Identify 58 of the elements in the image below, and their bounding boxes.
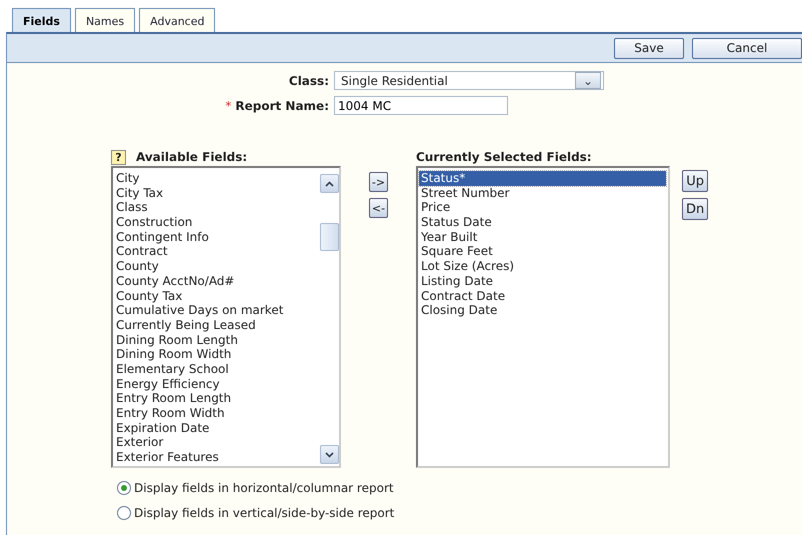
list-item[interactable]: Entry Room Width (114, 406, 319, 421)
radio-button[interactable] (117, 481, 131, 495)
scroll-up-button[interactable] (320, 174, 339, 193)
dropdown-button[interactable]: ⌄ (575, 72, 601, 89)
class-dropdown[interactable]: Single Residential ⌄ (334, 71, 604, 90)
list-item[interactable]: County AcctNo/Ad# (114, 274, 319, 288)
list-item[interactable]: Listing Date (419, 274, 666, 288)
tab[interactable]: Names (74, 8, 136, 33)
list-item[interactable]: County (114, 259, 319, 274)
class-label: Class: (288, 74, 329, 88)
list-item[interactable]: Year Built (419, 230, 666, 244)
report-name-field[interactable]: 1004 MC (334, 96, 508, 115)
list-item[interactable]: Dining Room Width (114, 347, 319, 362)
list-item[interactable]: Cumulative Days on market (114, 303, 319, 318)
list-item[interactable]: Exterior Features (114, 450, 319, 465)
list-item[interactable]: Contingent Info (114, 230, 319, 244)
tab[interactable]: Advanced (139, 8, 216, 33)
help-button[interactable]: ? (111, 150, 126, 164)
list-item[interactable]: Exterior (114, 435, 319, 450)
list-item[interactable]: Construction (114, 215, 319, 230)
list-item[interactable]: Energy Efficiency (114, 376, 319, 392)
list-item[interactable]: City Tax (114, 186, 319, 200)
list-item[interactable]: County Tax (114, 288, 319, 304)
list-item[interactable]: Status Date (419, 215, 666, 230)
list-item[interactable]: Status* (419, 171, 666, 186)
available-fields-label: Available Fields: (136, 150, 248, 164)
scroll-down-button[interactable] (320, 445, 339, 464)
list-item[interactable]: Expiration Date (114, 420, 319, 436)
list-item[interactable]: Currently Being Leased (114, 318, 319, 333)
radio-button[interactable] (117, 506, 131, 520)
add-button[interactable]: -> (368, 172, 388, 192)
list-item[interactable]: Square Feet (419, 244, 666, 260)
move-up-button[interactable]: Up (682, 170, 708, 192)
remove-button[interactable]: <- (368, 198, 388, 218)
list-item[interactable]: City (114, 171, 319, 186)
cancel-button[interactable]: Cancel (692, 38, 802, 58)
list-item[interactable]: Class (114, 200, 319, 216)
radio-label: Display fields in horizontal/columnar report (134, 481, 394, 495)
radio-label: Display fields in vertical/side-by-side report (134, 506, 394, 520)
scroll-thumb[interactable] (320, 223, 339, 251)
list-item[interactable]: Lot Size (Acres) (419, 259, 666, 274)
tab[interactable]: Fields (12, 8, 71, 33)
selected-fields-label: Currently Selected Fields: (416, 150, 592, 164)
list-item[interactable]: Closing Date (419, 303, 666, 318)
list-item[interactable]: Elementary School (114, 362, 319, 377)
selected-fields-list[interactable]: Status* Street Number Price Status Date Year Built Square Feet Lot Size (Acres) Listing Date Contract Date Closing Date (416, 166, 670, 468)
available-fields-list[interactable] (111, 166, 341, 468)
scroll-down-icon[interactable] (325, 452, 334, 458)
move-down-button[interactable]: Dn (682, 198, 708, 220)
scroll-up-icon[interactable] (325, 180, 334, 186)
list-item[interactable]: Street Number (419, 186, 666, 200)
list-item[interactable]: Contract Date (419, 288, 666, 304)
list-item[interactable]: Dining Room Length (114, 332, 319, 348)
list-item[interactable]: Entry Room Length (114, 391, 319, 406)
save-button[interactable]: Save (614, 38, 684, 58)
list-item[interactable]: Price (419, 200, 666, 216)
list-item[interactable]: Contract (114, 244, 319, 260)
report-name-label: * Report Name: (225, 98, 329, 112)
